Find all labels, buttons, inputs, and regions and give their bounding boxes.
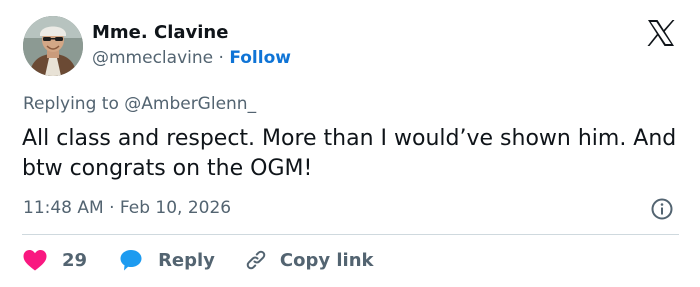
handle-separator: · xyxy=(218,48,224,68)
action-bar: 29 Reply Copy link xyxy=(22,245,374,275)
author-name[interactable]: Mme. Clavine xyxy=(92,22,228,43)
reply-button[interactable]: Reply xyxy=(118,247,215,273)
copy-link-label: Copy link xyxy=(279,249,374,271)
tweet-embed-card: Mme. Clavine @mmeclavine · Follow Replyi… xyxy=(0,0,700,287)
copy-link-button[interactable]: Copy link xyxy=(244,248,374,272)
avatar-photo xyxy=(23,16,83,76)
x-logo-icon[interactable] xyxy=(646,18,676,48)
speech-bubble-icon xyxy=(118,247,144,273)
link-icon xyxy=(244,248,268,272)
tweet-text: All class and respect. More than I would… xyxy=(22,126,677,181)
author-handle[interactable]: @mmeclavine xyxy=(92,48,213,68)
timestamp[interactable]: 11:48 AM · Feb 10, 2026 xyxy=(23,198,231,218)
avatar[interactable] xyxy=(23,16,83,76)
divider xyxy=(22,234,679,235)
info-icon[interactable] xyxy=(650,197,674,221)
follow-button[interactable]: Follow xyxy=(229,48,291,68)
heart-icon xyxy=(22,248,48,272)
handle-line: @mmeclavine · Follow xyxy=(92,48,291,68)
reply-prefix: Replying to xyxy=(23,94,119,114)
reply-label: Reply xyxy=(158,249,215,271)
like-button[interactable]: 29 xyxy=(22,248,87,272)
like-count: 29 xyxy=(62,249,88,271)
reply-context: Replying to @AmberGlenn_ xyxy=(23,94,256,114)
reply-to-handle[interactable]: @AmberGlenn_ xyxy=(124,94,256,114)
